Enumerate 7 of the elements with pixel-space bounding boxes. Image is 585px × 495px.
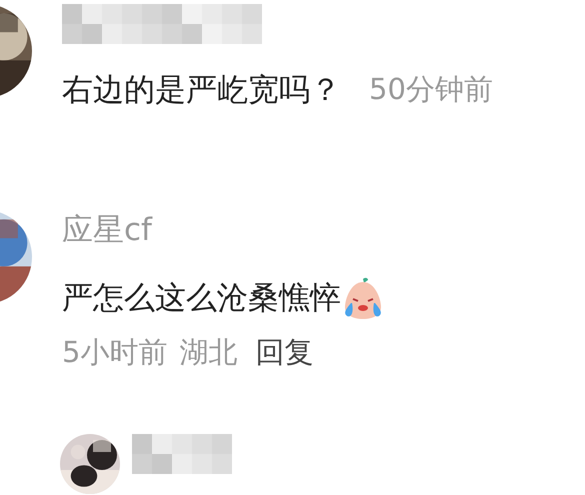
location: 湖北 (179, 334, 238, 371)
comment-text: 右边的是严屹宽吗？ (62, 71, 341, 110)
comment-text: 严怎么这么沧桑憔悴 (62, 279, 341, 318)
user-name: 应星cf (62, 211, 154, 250)
reply-link[interactable]: 回复 (255, 330, 314, 374)
timestamp: 5小时前 (62, 334, 168, 371)
timestamp: 50分钟前 (369, 71, 493, 108)
